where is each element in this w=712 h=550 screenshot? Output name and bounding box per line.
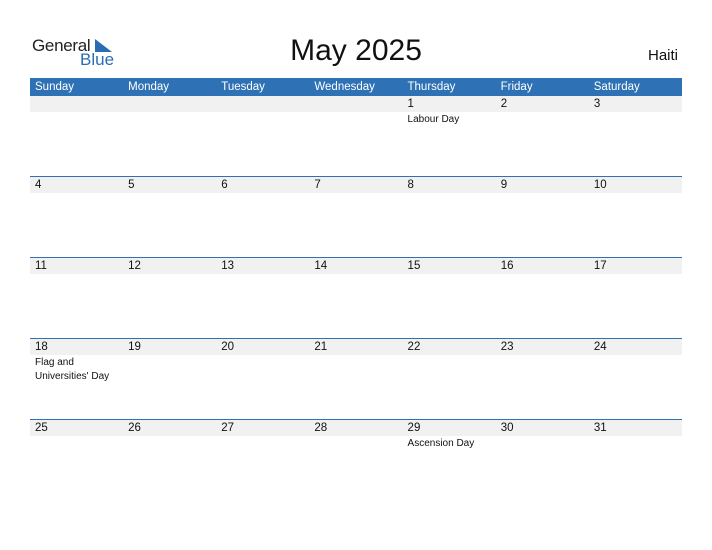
country-label: Haiti <box>647 47 678 64</box>
day-cell: 17 <box>589 258 682 339</box>
day-cell: 31 <box>589 420 682 501</box>
day-cell: 9 <box>496 177 589 258</box>
day-number: 16 <box>500 260 514 272</box>
day-number: 1 <box>407 98 414 110</box>
day-number <box>221 96 309 112</box>
day-cell: 15 <box>403 258 496 339</box>
day-number: 8 <box>407 179 414 191</box>
day-cell: 14 <box>309 258 402 339</box>
day-number: 10 <box>593 179 607 191</box>
day-number: 17 <box>593 260 607 272</box>
day-cell <box>309 96 402 177</box>
weekday-saturday: Saturday <box>593 81 640 93</box>
week-row: 11 12 13 14 15 16 17 <box>30 257 682 339</box>
day-cell: 29 Ascension Day <box>403 420 496 501</box>
day-number: 26 <box>128 422 141 434</box>
day-cell: 21 <box>309 339 402 420</box>
day-cell: 10 <box>589 177 682 258</box>
day-cell <box>30 96 123 177</box>
day-cell: 19 <box>123 339 216 420</box>
day-cell: 27 <box>216 420 309 501</box>
day-number: 27 <box>221 422 235 434</box>
day-number: 15 <box>407 260 421 272</box>
day-number: 18 <box>35 341 48 353</box>
day-number <box>128 96 216 112</box>
holiday-label: Flag and Universities' Day <box>35 357 110 382</box>
day-number: 3 <box>593 98 601 110</box>
day-cell: 3 <box>589 96 682 177</box>
day-cell: 6 <box>216 177 309 258</box>
weekday-monday: Monday <box>128 81 170 93</box>
day-cell: 5 <box>123 177 216 258</box>
day-number: 4 <box>35 179 42 191</box>
day-number <box>314 96 402 112</box>
day-number: 5 <box>128 179 135 191</box>
day-number: 28 <box>314 422 328 434</box>
day-number: 22 <box>407 341 421 353</box>
day-number: 9 <box>500 179 508 191</box>
day-cell: 23 <box>496 339 589 420</box>
day-number: 25 <box>35 422 48 434</box>
day-cell: 16 <box>496 258 589 339</box>
day-cell: 30 <box>496 420 589 501</box>
day-number: 20 <box>221 341 235 353</box>
day-cell <box>123 96 216 177</box>
day-cell: 4 <box>30 177 123 258</box>
day-number: 12 <box>128 260 141 272</box>
day-cell: 26 <box>123 420 216 501</box>
day-cell <box>216 96 309 177</box>
day-number <box>35 96 123 112</box>
day-cell: 12 <box>123 258 216 339</box>
weekday-wednesday: Wednesday <box>314 81 375 93</box>
holiday-label: Ascension Day <box>407 438 475 449</box>
day-number: 24 <box>593 341 607 353</box>
day-cell: 20 <box>216 339 309 420</box>
day-cell: 2 <box>496 96 589 177</box>
day-cell: 8 <box>403 177 496 258</box>
day-number: 7 <box>314 179 321 191</box>
day-number: 29 <box>407 422 421 434</box>
week-row: 25 26 27 28 29 Ascension Day 30 31 <box>30 419 682 501</box>
weekday-thursday: Thursday <box>407 81 456 93</box>
day-number: 6 <box>221 179 228 191</box>
day-number: 11 <box>35 260 47 272</box>
weekday-header: Sunday Monday Tuesday Wednesday Thursday… <box>30 78 682 96</box>
week-row: 1 Labour Day 2 3 <box>30 96 682 177</box>
day-number: 19 <box>128 341 141 353</box>
day-number: 13 <box>221 260 235 272</box>
day-number: 30 <box>500 422 514 434</box>
day-cell: 7 <box>309 177 402 258</box>
day-cell: 11 <box>30 258 123 339</box>
day-cell: 24 <box>589 339 682 420</box>
day-cell: 13 <box>216 258 309 339</box>
day-number: 2 <box>500 98 508 110</box>
day-number: 14 <box>314 260 328 272</box>
weekday-tuesday: Tuesday <box>221 81 265 93</box>
weekday-friday: Friday <box>500 81 533 93</box>
day-cell: 22 <box>403 339 496 420</box>
week-row: 4 5 6 7 8 9 10 <box>30 176 682 258</box>
day-number: 23 <box>500 341 514 353</box>
day-cell: 1 Labour Day <box>403 96 496 177</box>
day-cell: 18 Flag and Universities' Day <box>30 339 123 420</box>
page-title: May 2025 <box>290 34 422 67</box>
day-number: 21 <box>314 341 328 353</box>
day-number: 31 <box>593 422 607 434</box>
day-cell: 25 <box>30 420 123 501</box>
weekday-sunday: Sunday <box>35 81 75 93</box>
week-row: 18 Flag and Universities' Day 19 20 21 22 23 24 <box>30 338 682 420</box>
holiday-label: Labour Day <box>407 114 460 125</box>
day-cell: 28 <box>309 420 402 501</box>
